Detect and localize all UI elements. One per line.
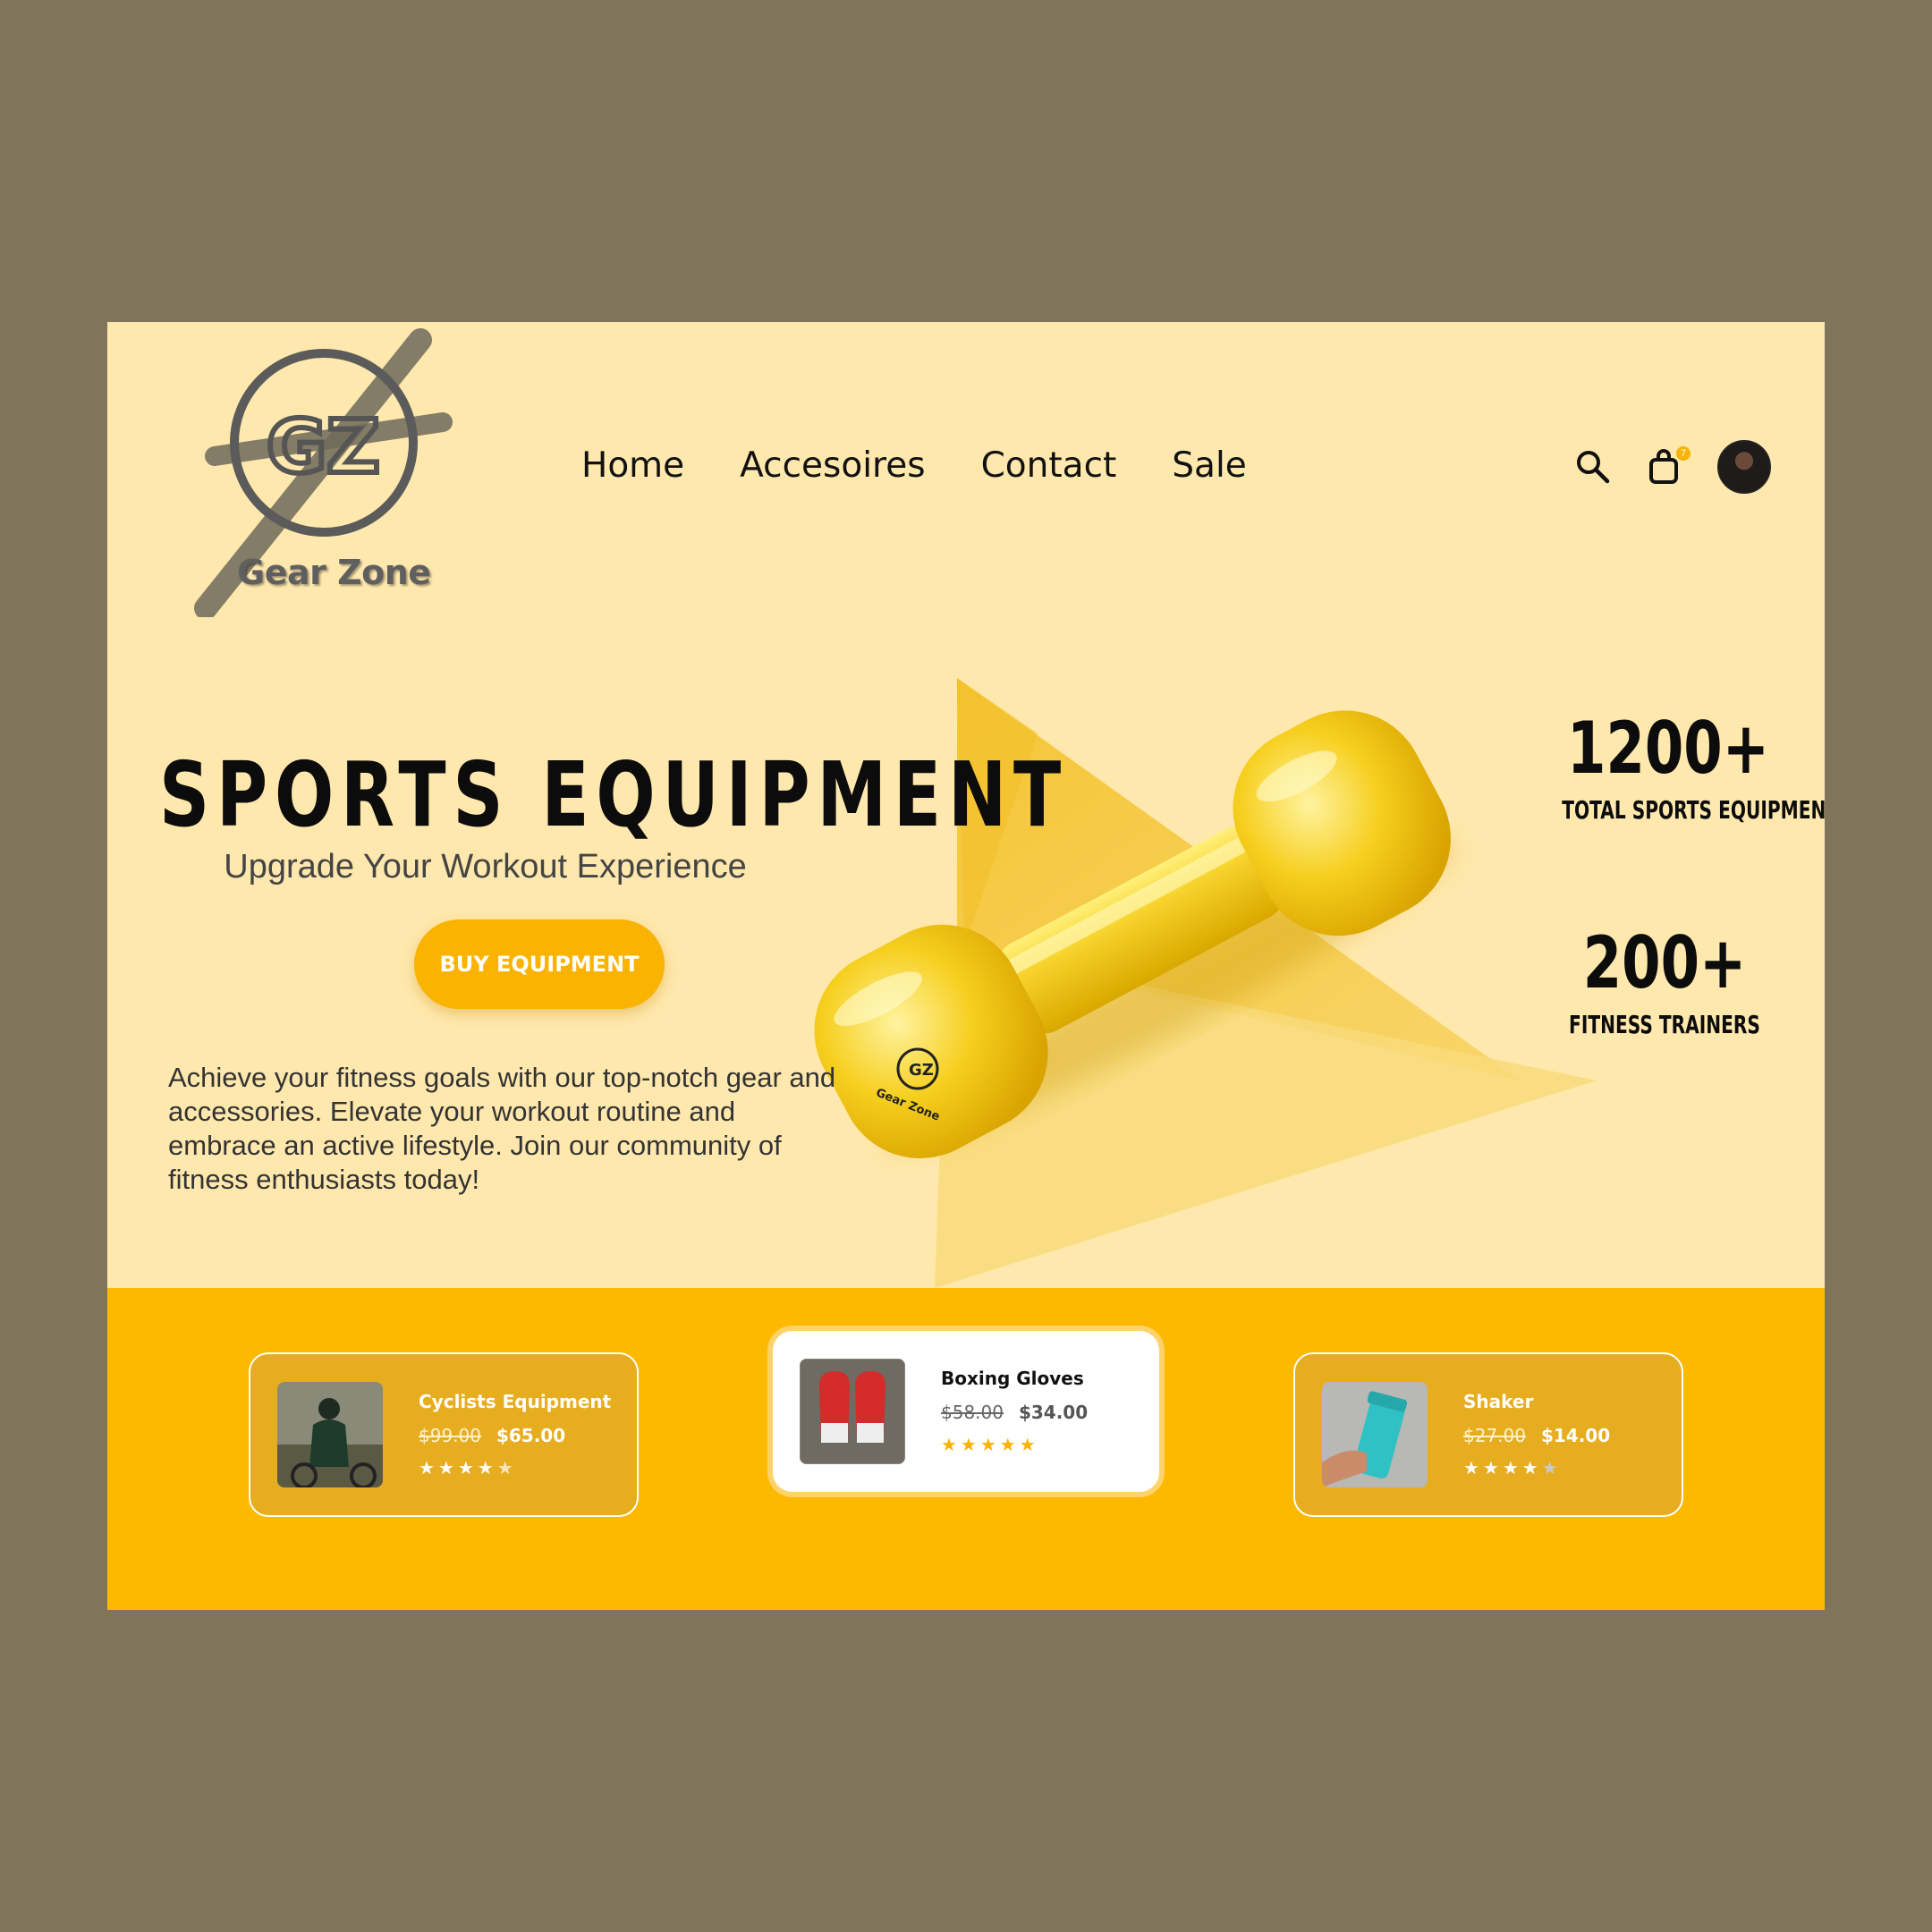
- nav-accesoires[interactable]: Accesoires: [740, 445, 925, 486]
- product-card-shaker[interactable]: Shaker $27.00 $14.00 ★★★★★: [1293, 1352, 1683, 1517]
- buy-equipment-button[interactable]: BUY EQUIPMENT: [414, 919, 665, 1009]
- old-price: $99.00: [419, 1425, 481, 1446]
- landing-page: GZ Gear Zone GZ Gear Zone Home Accesoire…: [107, 322, 1825, 1610]
- nav-contact[interactable]: Contact: [981, 445, 1117, 486]
- product-info: Cyclists Equipment $99.00 $65.00 ★★★★★: [419, 1391, 611, 1479]
- user-avatar[interactable]: [1717, 440, 1771, 494]
- star-rating: ★★★★★: [941, 1434, 1039, 1455]
- svg-text:GZ: GZ: [267, 405, 380, 490]
- header-actions: 7: [1574, 440, 1771, 494]
- main-nav: Home Accesoires Contact Sale: [581, 445, 1247, 486]
- featured-products-band: Cyclists Equipment $99.00 $65.00 ★★★★★ B…: [107, 1288, 1825, 1610]
- stat-label: FITNESS TRAINERS: [1569, 1010, 1760, 1039]
- search-button[interactable]: [1574, 448, 1612, 486]
- cart-button[interactable]: 7: [1646, 446, 1690, 486]
- old-price: $58.00: [941, 1402, 1004, 1423]
- stat-value: 200+: [1582, 921, 1747, 1004]
- cart-count-badge: 7: [1676, 446, 1690, 461]
- old-price: $27.00: [1463, 1425, 1526, 1446]
- hero-section: GZ Gear Zone GZ Gear Zone Home Accesoire…: [107, 322, 1825, 1288]
- sale-price: $34.00: [1018, 1402, 1089, 1423]
- page-subtitle: Upgrade Your Workout Experience: [224, 848, 747, 886]
- star-rating: ★★★★★: [1463, 1457, 1562, 1479]
- brand-logo[interactable]: GZ Gear Zone: [152, 322, 492, 617]
- boxing-gloves-thumbnail: [800, 1359, 905, 1464]
- hero-description: Achieve your fitness goals with our top-…: [168, 1062, 836, 1195]
- stat-value: 1200+: [1567, 707, 1769, 790]
- product-card-boxing-gloves[interactable]: Boxing Gloves $58.00 $34.00 ★★★★★: [773, 1331, 1159, 1492]
- product-prices: $27.00 $14.00: [1463, 1425, 1610, 1446]
- product-prices: $99.00 $65.00: [419, 1425, 611, 1446]
- product-info: Shaker $27.00 $14.00 ★★★★★: [1463, 1391, 1610, 1479]
- product-name: Boxing Gloves: [941, 1368, 1084, 1389]
- stat-fitness-trainers: 200+ FITNESS TRAINERS: [1517, 921, 1812, 1039]
- product-name: Shaker: [1463, 1391, 1534, 1412]
- sale-price: $14.00: [1540, 1425, 1611, 1446]
- stat-label: TOTAL SPORTS EQUIPMENT: [1562, 795, 1825, 825]
- shaker-thumbnail: [1322, 1382, 1428, 1487]
- product-info: Boxing Gloves $58.00 $34.00 ★★★★★: [941, 1368, 1088, 1455]
- nav-sale[interactable]: Sale: [1172, 445, 1246, 486]
- svg-text:GZ: GZ: [909, 1061, 934, 1080]
- product-prices: $58.00 $34.00: [941, 1402, 1088, 1423]
- product-card-cyclists[interactable]: Cyclists Equipment $99.00 $65.00 ★★★★★: [249, 1352, 639, 1517]
- brand-name: Gear Zone: [237, 553, 431, 592]
- sale-price: $65.00: [496, 1425, 566, 1446]
- product-name: Cyclists Equipment: [419, 1391, 612, 1412]
- stat-total-equipment: 1200+ TOTAL SPORTS EQUIPMENT: [1521, 707, 1825, 825]
- page-title: SPORTS EQUIPMENT: [159, 742, 1069, 847]
- search-icon: [1577, 451, 1610, 484]
- cyclist-thumbnail: [277, 1382, 383, 1487]
- star-rating: ★★★★★: [419, 1457, 517, 1479]
- nav-home[interactable]: Home: [581, 445, 684, 486]
